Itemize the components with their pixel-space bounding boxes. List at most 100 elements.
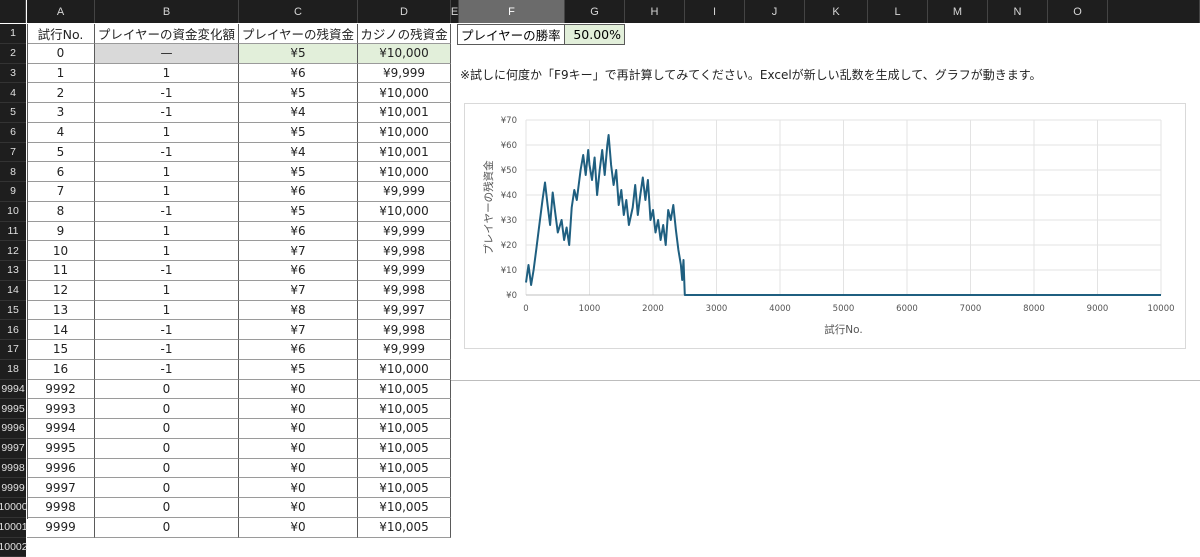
row-header[interactable]: 5 xyxy=(0,103,26,123)
table-cell-c[interactable]: ¥7 xyxy=(239,241,358,261)
table-cell-b[interactable]: 0 xyxy=(95,518,239,538)
header-cell-c[interactable]: プレイヤーの残資金 xyxy=(239,24,358,44)
table-cell-c[interactable]: ¥0 xyxy=(239,419,358,439)
table-cell-d[interactable]: ¥10,000 xyxy=(358,360,451,380)
row-header[interactable]: 9994 xyxy=(0,380,26,400)
table-cell-b[interactable]: 0 xyxy=(95,498,239,518)
table-cell-b[interactable]: -1 xyxy=(95,202,239,222)
column-header-m[interactable]: M xyxy=(928,0,988,23)
table-cell-b[interactable]: -1 xyxy=(95,261,239,281)
column-header-b[interactable]: B xyxy=(95,0,239,23)
table-cell-d[interactable]: ¥9,999 xyxy=(358,222,451,242)
win-rate-value-cell[interactable]: 50.00% xyxy=(564,24,625,45)
table-cell-d[interactable]: ¥9,999 xyxy=(358,261,451,281)
table-cell-d[interactable]: ¥10,000 xyxy=(358,83,451,103)
table-cell-d[interactable]: ¥10,005 xyxy=(358,518,451,538)
table-cell-d[interactable]: ¥9,999 xyxy=(358,182,451,202)
table-cell-d[interactable]: ¥9,997 xyxy=(358,301,451,321)
table-cell-a[interactable]: 9995 xyxy=(27,439,95,459)
table-cell-d[interactable]: ¥10,001 xyxy=(358,143,451,163)
table-cell-b[interactable]: 1 xyxy=(95,301,239,321)
row-header[interactable]: 7 xyxy=(0,143,26,163)
row-header[interactable]: 16 xyxy=(0,320,26,340)
table-cell-b[interactable]: 1 xyxy=(95,281,239,301)
table-cell-d[interactable]: ¥9,998 xyxy=(358,281,451,301)
table-cell-b[interactable]: -1 xyxy=(95,360,239,380)
table-cell-d[interactable]: ¥9,999 xyxy=(358,340,451,360)
row-header[interactable]: 9999 xyxy=(0,478,26,498)
column-header-a[interactable]: A xyxy=(27,0,95,23)
table-cell-b[interactable]: 1 xyxy=(95,162,239,182)
table-cell-d[interactable]: ¥10,000 xyxy=(358,202,451,222)
table-cell-a[interactable]: 9996 xyxy=(27,459,95,479)
table-cell-d[interactable]: ¥10,005 xyxy=(358,459,451,479)
table-cell-a[interactable]: 10 xyxy=(27,241,95,261)
table-cell-d[interactable]: ¥9,998 xyxy=(358,241,451,261)
row-header[interactable]: 9995 xyxy=(0,399,26,419)
row-header[interactable]: 9996 xyxy=(0,419,26,439)
header-cell-d[interactable]: カジノの残資金 xyxy=(358,24,451,44)
table-cell-b[interactable]: 1 xyxy=(95,182,239,202)
table-cell-c[interactable]: ¥0 xyxy=(239,498,358,518)
table-cell-b[interactable]: 1 xyxy=(95,123,239,143)
row-header[interactable]: 1 xyxy=(0,24,26,44)
table-cell-c[interactable]: ¥4 xyxy=(239,143,358,163)
table-cell-a[interactable]: 9998 xyxy=(27,498,95,518)
table-cell-b[interactable]: 0 xyxy=(95,419,239,439)
table-cell-a[interactable]: 9997 xyxy=(27,478,95,498)
table-cell-b[interactable]: -1 xyxy=(95,103,239,123)
table-cell-a[interactable]: 9994 xyxy=(27,419,95,439)
table-cell-d[interactable]: ¥10,000 xyxy=(358,44,451,64)
table-cell-d[interactable]: ¥10,005 xyxy=(358,498,451,518)
row-header[interactable]: 18 xyxy=(0,360,26,380)
table-cell-a[interactable]: 9999 xyxy=(27,518,95,538)
table-cell-a[interactable]: 13 xyxy=(27,301,95,321)
table-cell-d[interactable]: ¥9,999 xyxy=(358,64,451,84)
table-cell-c[interactable]: ¥4 xyxy=(239,103,358,123)
table-cell-a[interactable]: 6 xyxy=(27,162,95,182)
table-cell-c[interactable]: ¥0 xyxy=(239,380,358,400)
column-header-n[interactable]: N xyxy=(988,0,1048,23)
table-cell-c[interactable]: ¥5 xyxy=(239,162,358,182)
table-cell-b[interactable]: 0 xyxy=(95,439,239,459)
row-header[interactable]: 10001 xyxy=(0,518,26,538)
table-cell-c[interactable]: ¥5 xyxy=(239,44,358,64)
table-cell-d[interactable]: ¥10,005 xyxy=(358,419,451,439)
table-cell-a[interactable]: 9992 xyxy=(27,380,95,400)
table-cell-a[interactable]: 11 xyxy=(27,261,95,281)
table-cell-a[interactable]: 9 xyxy=(27,222,95,242)
row-header[interactable]: 10002 xyxy=(0,538,26,557)
row-header[interactable]: 17 xyxy=(0,340,26,360)
row-header[interactable]: 9 xyxy=(0,182,26,202)
column-header-k[interactable]: K xyxy=(805,0,868,23)
table-cell-d[interactable]: ¥10,000 xyxy=(358,123,451,143)
row-header[interactable]: 6 xyxy=(0,123,26,143)
table-cell-c[interactable]: ¥6 xyxy=(239,182,358,202)
row-header[interactable]: 4 xyxy=(0,83,26,103)
table-cell-b[interactable]: 0 xyxy=(95,380,239,400)
table-cell-b[interactable]: 0 xyxy=(95,459,239,479)
header-cell-b[interactable]: プレイヤーの資金変化額 xyxy=(95,24,239,44)
column-header-f[interactable]: F xyxy=(459,0,565,23)
row-header[interactable]: 9998 xyxy=(0,459,26,479)
row-header[interactable]: 10000 xyxy=(0,498,26,518)
row-header[interactable]: 11 xyxy=(0,222,26,242)
column-header-c[interactable]: C xyxy=(239,0,358,23)
table-cell-d[interactable]: ¥10,000 xyxy=(358,162,451,182)
table-cell-a[interactable]: 15 xyxy=(27,340,95,360)
table-cell-c[interactable]: ¥6 xyxy=(239,64,358,84)
row-header[interactable]: 12 xyxy=(0,241,26,261)
table-cell-a[interactable]: 2 xyxy=(27,83,95,103)
table-cell-b[interactable]: 0 xyxy=(95,399,239,419)
table-cell-c[interactable]: ¥5 xyxy=(239,83,358,103)
column-header-i[interactable]: I xyxy=(685,0,745,23)
table-cell-c[interactable]: ¥6 xyxy=(239,222,358,242)
table-cell-c[interactable]: ¥0 xyxy=(239,518,358,538)
column-header-e[interactable]: E xyxy=(451,0,459,23)
header-cell-a[interactable]: 試行No. xyxy=(27,24,95,44)
table-cell-c[interactable]: ¥5 xyxy=(239,202,358,222)
table-cell-d[interactable]: ¥10,005 xyxy=(358,478,451,498)
table-cell-c[interactable]: ¥6 xyxy=(239,340,358,360)
table-cell-d[interactable]: ¥10,005 xyxy=(358,399,451,419)
row-header[interactable]: 3 xyxy=(0,64,26,84)
